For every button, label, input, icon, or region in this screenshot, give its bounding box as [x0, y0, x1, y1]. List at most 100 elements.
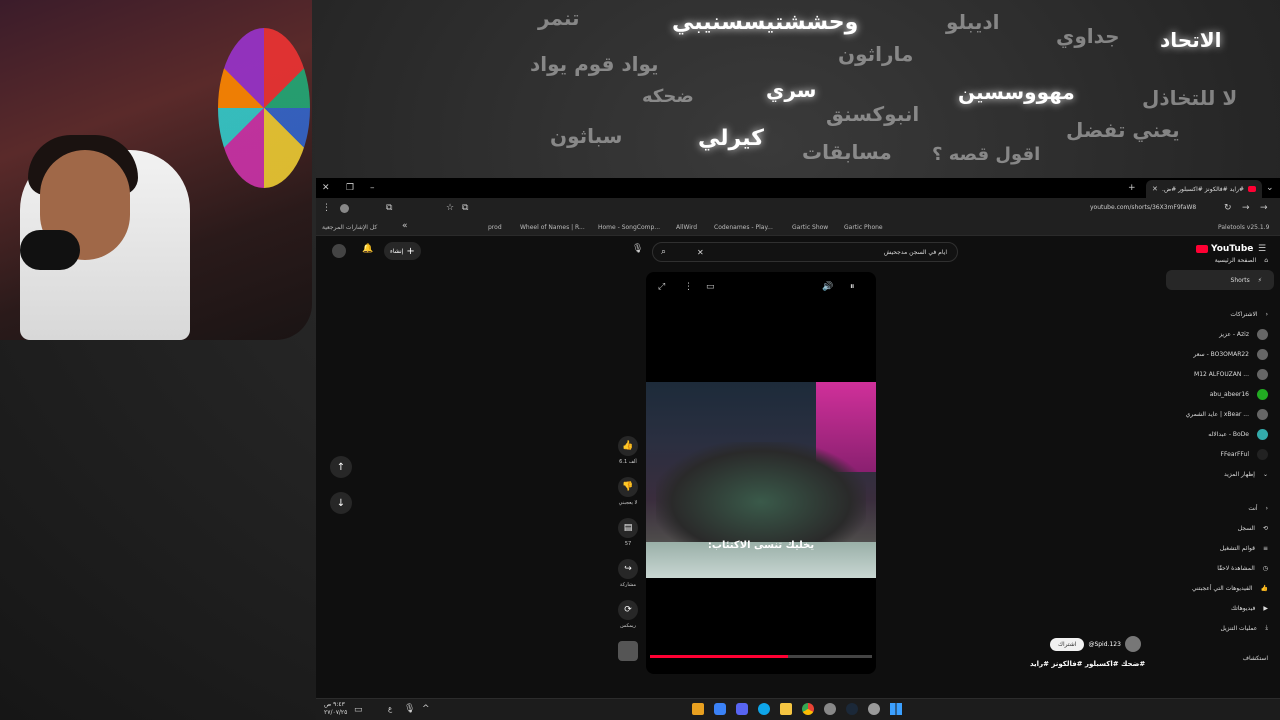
windows-start-icon[interactable] — [890, 703, 902, 715]
you-item-your-videos[interactable]: فيديوهاتك ▶ — [1160, 598, 1280, 618]
notifications-icon[interactable]: 🔔 — [362, 244, 373, 254]
tab-search-icon[interactable]: ⌄ — [1266, 183, 1274, 193]
you-item-history[interactable]: السجل ⟲ — [1160, 518, 1280, 538]
taskbar-app-icon[interactable] — [780, 703, 792, 715]
forward-icon[interactable]: → — [1242, 203, 1250, 213]
bookmark-star-icon[interactable]: ☆ — [446, 203, 454, 213]
mic-tray-icon[interactable]: 🎙 — [404, 704, 415, 714]
create-button[interactable]: إنشاء + — [384, 242, 421, 260]
wheel-of-names-image — [218, 28, 310, 188]
new-tab-icon[interactable]: + — [1128, 183, 1136, 193]
channel-thumbnail[interactable] — [618, 641, 638, 661]
settings-icon[interactable] — [868, 703, 880, 715]
fullscreen-icon[interactable]: ⤢ — [658, 282, 665, 292]
taskbar-app-icon[interactable] — [758, 703, 770, 715]
you-item-liked[interactable]: الفيديوهات التي أعجبتني 👍 — [1160, 578, 1280, 598]
tab-active[interactable]: ✕ #رايد #فالكونز #اكسبلور #ض... — [1146, 180, 1262, 198]
channel-avatar[interactable] — [1124, 636, 1141, 652]
clock-icon: ◷ — [1262, 564, 1268, 572]
shorts-player[interactable]: ⤢ ⋮ ▭ 🔊 ⏸ يخليك تنسى الاكتئاب: — [646, 272, 876, 674]
steam-icon[interactable] — [846, 703, 858, 715]
taskbar-app-icon[interactable] — [692, 703, 704, 715]
all-bookmarks[interactable]: كل الإشارات المرجعية — [322, 224, 377, 231]
subscription-label: عايد الشمري | xBear ... — [1185, 410, 1249, 418]
taskbar-app-icon[interactable] — [736, 703, 748, 715]
remix-label: ريمكس — [620, 623, 636, 629]
next-short-button[interactable]: ↓ — [330, 492, 352, 514]
nav-shorts[interactable]: Shorts ⚡ — [1166, 270, 1274, 290]
minimize-icon[interactable]: – — [370, 183, 375, 193]
banner-word: وحششتيسسنيبي — [672, 10, 859, 35]
search-icon[interactable]: ⌕ — [661, 247, 666, 257]
share-page-icon[interactable]: ⧉ — [462, 203, 468, 213]
bookmark-item[interactable]: prod — [488, 224, 502, 231]
bookmark-item[interactable]: Gartic Phone — [844, 224, 883, 231]
banner-word: جداوي — [1056, 24, 1120, 48]
chrome-icon[interactable] — [802, 703, 814, 715]
menu-icon[interactable]: ⋮ — [322, 203, 331, 213]
subscription-avatar — [1257, 328, 1268, 340]
address-bar[interactable]: youtube.com/shorts/36X3mF9faW8 — [1090, 204, 1196, 211]
you-header[interactable]: أنت › — [1160, 498, 1280, 518]
captions-icon[interactable]: ▭ — [706, 282, 715, 292]
comments-icon[interactable]: ▤ — [618, 518, 638, 538]
bookmark-item[interactable]: Codenames - Play... — [714, 224, 773, 231]
voice-search-icon[interactable]: 🎙 — [632, 244, 643, 254]
dislike-icon[interactable]: 👎 — [618, 477, 638, 497]
banner-word: لا للتخاذل — [1142, 86, 1238, 110]
close-window-icon[interactable]: ✕ — [322, 183, 330, 193]
clock-time: ٩:٤٣ ص — [324, 701, 345, 708]
subscription-label: عبدالاله - BoDe — [1208, 430, 1249, 438]
pause-icon[interactable]: ⏸ — [850, 282, 855, 292]
subscription-item[interactable]: سعر - BO3OMAR22 — [1160, 344, 1280, 364]
remix-icon[interactable]: ⟳ — [618, 600, 638, 620]
bookmark-item[interactable]: AllWird — [676, 224, 697, 231]
channel-handle[interactable]: @Spid.123 — [1088, 641, 1120, 648]
share-icon[interactable]: ↪ — [618, 559, 638, 579]
subscription-item[interactable]: FFearFFul — [1160, 444, 1280, 464]
explore-header: استكشاف — [1160, 648, 1280, 668]
subscription-item[interactable]: عبدالاله - BoDe — [1160, 424, 1280, 444]
search-input[interactable]: ⌕ ✕ ايام في السجن مدجحيش — [652, 242, 958, 262]
subscription-item[interactable]: abu_abeer16 — [1160, 384, 1280, 404]
progress-track[interactable] — [650, 655, 872, 658]
reload-icon[interactable]: ↻ — [1224, 203, 1232, 213]
more-options-icon[interactable]: ⋮ — [684, 282, 693, 292]
language-indicator[interactable]: ع — [388, 705, 392, 713]
account-avatar[interactable] — [332, 244, 346, 258]
chevron-double-icon[interactable]: « — [402, 221, 408, 231]
restore-icon[interactable]: ❐ — [346, 183, 354, 193]
you-item-playlists[interactable]: قوائم التشغيل ≡ — [1160, 538, 1280, 558]
clear-search-icon[interactable]: ✕ — [697, 248, 704, 257]
like-icon[interactable]: 👍 — [618, 436, 638, 456]
subscriptions-header[interactable]: الاشتراكات › — [1160, 304, 1280, 324]
browser-toolbar: ⋮ ⧉ ☆ ⧉ youtube.com/shorts/36X3mF9faW8 ↻… — [316, 198, 1280, 218]
subscription-item[interactable]: M12 ALFOUZAN ... — [1160, 364, 1280, 384]
search-text: ايام في السجن مدجحيش — [883, 248, 947, 256]
notification-icon[interactable]: ▭ — [354, 705, 363, 715]
extension-label[interactable]: Paletools v25.1.9 — [1218, 224, 1269, 231]
subscription-label: FFearFFul — [1220, 450, 1249, 458]
previous-short-button[interactable]: ↑ — [330, 456, 352, 478]
tab-close-icon[interactable]: ✕ — [1152, 185, 1158, 193]
profile-icon[interactable] — [340, 203, 349, 213]
volume-icon[interactable]: 🔊 — [822, 282, 833, 292]
subscribe-button[interactable]: اشتراك — [1050, 637, 1085, 651]
bookmark-item[interactable]: Home - SongComp... — [598, 224, 660, 231]
back-icon[interactable]: → — [1260, 203, 1268, 213]
subscription-item[interactable]: عزيز - Aziz — [1160, 324, 1280, 344]
tray-chevron-icon[interactable]: ^ — [422, 704, 430, 714]
subscription-label: عزيز - Aziz — [1219, 330, 1249, 338]
banner-word: سري — [766, 78, 817, 102]
you-item-watch-later[interactable]: المشاهدة لاحقًا ◷ — [1160, 558, 1280, 578]
bookmark-item[interactable]: Gartic Show — [792, 224, 828, 231]
taskbar-app-icon[interactable] — [714, 703, 726, 715]
show-more[interactable]: إظهار المزيد ⌄ — [1160, 464, 1280, 484]
clock[interactable]: ٩:٤٣ ص ٢٧/٠٧/٢٥ — [324, 701, 347, 717]
extensions-icon[interactable]: ⧉ — [386, 203, 392, 213]
nav-home[interactable]: الصفحة الرئيسية ⌂ — [1160, 250, 1280, 270]
taskbar-app-icon[interactable] — [824, 703, 836, 715]
bookmark-item[interactable]: Wheel of Names | R... — [520, 224, 585, 231]
you-item-downloads[interactable]: عمليات التنزيل ⤓ — [1160, 618, 1280, 638]
subscription-item[interactable]: عايد الشمري | xBear ... — [1160, 404, 1280, 424]
